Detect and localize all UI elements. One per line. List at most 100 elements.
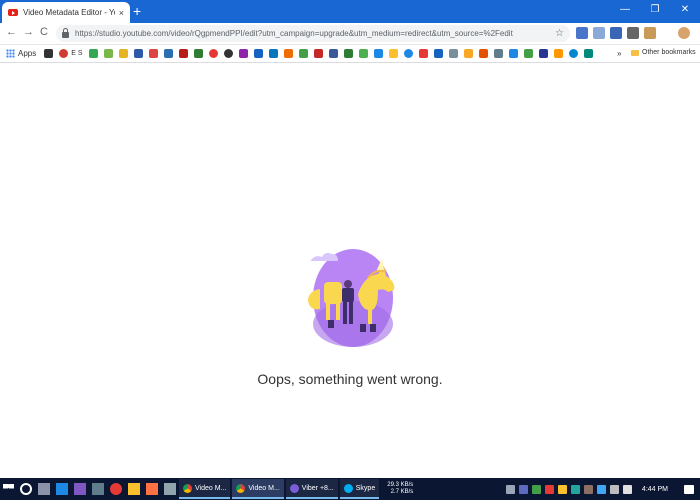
bookmark-icon[interactable] <box>403 49 413 58</box>
bookmark-icon[interactable] <box>208 49 218 58</box>
bookmark-star-icon[interactable]: ☆ <box>555 28 564 39</box>
bookmark-icon[interactable] <box>59 49 69 58</box>
bookmarks-bar: Apps E S » Other bookmarks <box>0 45 700 63</box>
bookmark-icon[interactable] <box>268 49 278 58</box>
edge-icon[interactable] <box>56 483 68 495</box>
bookmark-icon[interactable] <box>433 49 443 58</box>
skype-icon <box>343 483 353 493</box>
youtube-favicon-icon <box>8 9 18 16</box>
bookmark-icon[interactable] <box>568 49 578 58</box>
tray-icon[interactable] <box>583 484 593 494</box>
bookmark-es-label[interactable]: E S <box>71 50 82 57</box>
extension-icons: ⋮ <box>576 27 700 39</box>
tray-icon[interactable] <box>596 484 606 494</box>
cortana-icon[interactable] <box>20 483 32 495</box>
maximize-button[interactable]: ❐ <box>640 0 670 23</box>
task-view-icon[interactable] <box>38 483 50 495</box>
chrome-icon <box>183 483 192 493</box>
profile-avatar[interactable] <box>678 27 690 39</box>
tray-icon[interactable] <box>570 484 580 494</box>
bookmark-icon[interactable] <box>553 49 563 58</box>
bookmark-icon[interactable] <box>343 49 353 58</box>
extension-icon[interactable] <box>593 27 605 39</box>
tray-icon[interactable] <box>531 484 541 494</box>
bookmark-icon[interactable] <box>283 49 293 58</box>
taskbar-app-chrome-2[interactable]: Video M... <box>232 479 284 499</box>
folder-icon[interactable] <box>128 483 140 495</box>
bookmark-icon[interactable] <box>373 49 383 58</box>
extension-icon[interactable] <box>576 27 588 39</box>
bookmark-icon[interactable] <box>508 49 518 58</box>
bookmark-icon[interactable] <box>238 49 248 58</box>
tray-icon[interactable] <box>557 484 567 494</box>
new-tab-button[interactable]: + <box>133 3 141 19</box>
forward-button[interactable]: → <box>23 26 34 38</box>
other-bookmarks-folder[interactable]: Other bookmarks <box>631 49 696 56</box>
tray-icon[interactable] <box>544 484 554 494</box>
viber-icon <box>289 483 299 493</box>
windows-taskbar: Video M... Video M... Viber +8... Skype … <box>0 478 700 500</box>
close-window-button[interactable]: ✕ <box>670 0 700 23</box>
extension-icon[interactable] <box>644 27 656 39</box>
taskbar-app-viber[interactable]: Viber +8... <box>285 479 338 499</box>
apps-label: Apps <box>18 49 37 58</box>
bookmark-icon[interactable] <box>463 49 473 58</box>
taskbar-app-skype[interactable]: Skype <box>339 479 380 499</box>
reload-button[interactable]: C <box>40 26 48 38</box>
taskbar-app-chrome-1[interactable]: Video M... <box>179 479 231 499</box>
mail-icon[interactable] <box>164 483 176 495</box>
bookmark-icon[interactable] <box>148 49 158 58</box>
tray-icon[interactable] <box>518 484 528 494</box>
wifi-icon[interactable] <box>622 484 632 494</box>
volume-icon[interactable] <box>609 484 619 494</box>
url-text[interactable]: https://studio.youtube.com/video/rQgpmen… <box>75 29 555 38</box>
address-bar[interactable]: https://studio.youtube.com/video/rQgpmen… <box>56 25 570 42</box>
menu-dots-icon[interactable]: ⋮ <box>695 27 700 39</box>
notifications-icon[interactable] <box>684 484 694 494</box>
app-icon[interactable] <box>74 483 86 495</box>
bookmark-icon[interactable] <box>448 49 458 58</box>
bookmark-icon[interactable] <box>388 49 398 58</box>
bookmark-icon[interactable] <box>133 49 143 58</box>
bookmark-icon[interactable] <box>253 49 263 58</box>
bookmark-icon[interactable] <box>44 49 54 58</box>
bookmark-icon[interactable] <box>223 49 233 58</box>
bookmark-icon[interactable] <box>478 49 488 58</box>
unicorn-error-illustration <box>308 249 395 347</box>
bookmark-icon[interactable] <box>328 49 338 58</box>
bookmark-icon[interactable] <box>88 49 98 58</box>
windows-start-icon[interactable] <box>3 483 14 489</box>
bookmark-icon[interactable] <box>103 49 113 58</box>
minimize-button[interactable]: — <box>610 0 640 23</box>
taskbar-app-label: Video M... <box>248 484 280 492</box>
bookmark-icon[interactable] <box>418 49 428 58</box>
bookmark-icon[interactable] <box>118 49 128 58</box>
app-icon[interactable] <box>146 483 158 495</box>
bookmark-icon[interactable] <box>583 49 593 58</box>
bookmark-icon[interactable] <box>523 49 533 58</box>
bookmark-icon[interactable] <box>313 49 323 58</box>
bookmark-icon[interactable] <box>178 49 188 58</box>
bookmark-icon[interactable] <box>493 49 503 58</box>
taskbar-app-label: Video M... <box>195 484 227 492</box>
tab-close-icon[interactable]: × <box>119 8 124 18</box>
back-button[interactable]: ← <box>6 26 17 38</box>
taskbar-clock[interactable]: 4:44 PM <box>642 486 668 493</box>
browser-toolbar: ← → C https://studio.youtube.com/video/r… <box>0 23 700 45</box>
extension-icon[interactable] <box>627 27 639 39</box>
window-controls: — ❐ ✕ <box>610 0 700 23</box>
app-icon[interactable] <box>110 483 122 495</box>
bookmarks-overflow-button[interactable]: » <box>617 49 621 58</box>
bookmark-icon[interactable] <box>193 49 203 58</box>
apps-shortcut[interactable]: Apps <box>6 49 36 58</box>
bookmark-icon[interactable] <box>163 49 173 58</box>
bookmark-icon[interactable] <box>358 49 368 58</box>
extension-icon[interactable] <box>610 27 622 39</box>
bookmark-icon[interactable] <box>298 49 308 58</box>
bookmark-icon[interactable] <box>538 49 548 58</box>
tab-video-metadata-editor[interactable]: Video Metadata Editor - YouTube Studio × <box>2 2 130 23</box>
chrome-icon <box>236 483 246 493</box>
tab-title: Video Metadata Editor - YouTube Studio <box>23 8 115 17</box>
tray-icon[interactable] <box>505 484 515 494</box>
app-icon[interactable] <box>92 483 104 495</box>
